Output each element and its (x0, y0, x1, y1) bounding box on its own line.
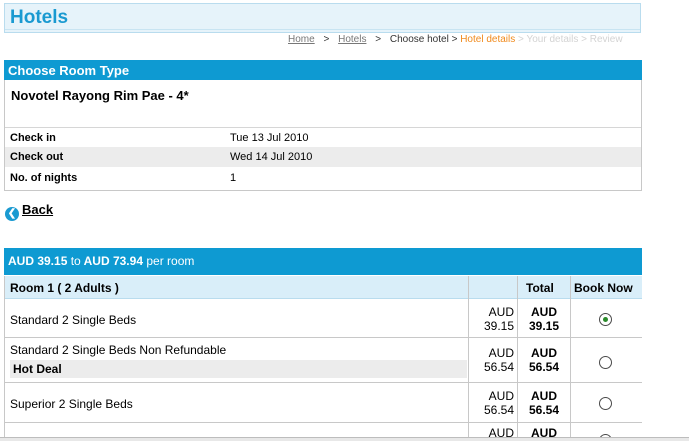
room-name: Standard 2 Single Beds (10, 313, 137, 327)
breadcrumb-hotel-details: Hotel details (460, 34, 516, 45)
room-total: AUD 56.54 (519, 389, 569, 417)
page-header: Hotels (4, 3, 641, 33)
back-label[interactable]: Back (22, 202, 53, 217)
room-price: AUD 56.54 (467, 389, 514, 417)
back-link[interactable]: ❮ Back (5, 202, 53, 221)
nights-value: 1 (230, 172, 237, 184)
hot-deal-badge: Hot Deal (10, 360, 467, 378)
hotel-summary-box: Novotel Rayong Rim Pae - 4* Check in Tue… (4, 80, 642, 191)
total-amount: 39.15 (528, 319, 560, 333)
table-header: Room 1 ( 2 Adults ) Total Book Now (5, 276, 642, 299)
breadcrumb-review: Review (589, 34, 623, 45)
breadcrumb-separator: > (323, 34, 330, 45)
breadcrumb-separator: > (581, 34, 587, 45)
price-amount: 56.54 (483, 403, 514, 417)
total-currency: AUD (531, 305, 557, 319)
price-to: AUD 73.94 (83, 254, 143, 268)
breadcrumb-home-link[interactable]: Home (288, 34, 315, 45)
price-currency: AUD (488, 389, 514, 403)
check-in-label: Check in (10, 132, 56, 144)
total-amount: 56.54 (528, 403, 560, 417)
total-amount: 56.54 (528, 360, 560, 374)
price-from: AUD 39.15 (8, 254, 68, 268)
breadcrumb-separator: > (518, 34, 524, 45)
book-radio[interactable] (599, 397, 612, 410)
table-row: Standard 2 Single Beds Non Refundable Ho… (5, 338, 642, 383)
breadcrumb-separator: > (375, 34, 382, 45)
nights-label: No. of nights (10, 172, 78, 184)
price-range-bar: AUD 39.15 to AUD 73.94 per room (4, 248, 642, 275)
total-header: Total (526, 281, 554, 295)
book-now-header: Book Now (574, 281, 633, 295)
choose-room-heading: Choose Room Type (4, 60, 642, 80)
room-name: Superior 2 Single Beds (10, 397, 133, 411)
hotel-name: Novotel Rayong Rim Pae - 4* (11, 88, 189, 103)
room-options-table: Room 1 ( 2 Adults ) Total Book Now Stand… (4, 276, 642, 441)
book-radio[interactable] (599, 356, 612, 369)
breadcrumb-your-details: Your details (526, 34, 579, 45)
price-amount: 39.15 (483, 319, 514, 333)
header-divider (5, 29, 640, 30)
check-in-row: Check in Tue 13 Jul 2010 (5, 127, 641, 147)
book-radio[interactable] (599, 313, 612, 326)
room-price: AUD 56.54 (467, 346, 514, 374)
breadcrumb-hotels-link[interactable]: Hotels (338, 34, 366, 45)
room-header: Room 1 ( 2 Adults ) (10, 281, 119, 295)
price-currency: AUD (488, 346, 514, 360)
breadcrumb-choose-hotel: Choose hotel (389, 34, 449, 45)
page-title: Hotels (10, 7, 69, 28)
room-price: AUD 39.15 (467, 305, 514, 333)
price-to-word: to (70, 254, 81, 268)
check-out-label: Check out (10, 151, 64, 163)
nights-row: No. of nights 1 (5, 168, 641, 188)
breadcrumb-separator: > (451, 34, 458, 45)
total-currency: AUD (531, 389, 557, 403)
table-row: Standard 2 Single Beds AUD 39.15 AUD 39.… (5, 299, 642, 338)
price-suffix: per room (146, 254, 195, 268)
room-name: Standard 2 Single Beds Non Refundable (10, 343, 227, 357)
room-total: AUD 39.15 (519, 305, 569, 333)
price-currency: AUD (488, 305, 514, 319)
table-row: Superior 2 Single Beds AUD 56.54 AUD 56.… (5, 383, 642, 423)
check-in-value: Tue 13 Jul 2010 (230, 132, 309, 144)
breadcrumb: Home > Hotels > Choose hotel > Hotel det… (0, 34, 641, 46)
price-amount: 56.54 (483, 360, 514, 374)
horizontal-scrollbar[interactable] (0, 437, 689, 441)
room-total: AUD 56.54 (519, 346, 569, 374)
back-arrow-icon[interactable]: ❮ (5, 207, 19, 221)
check-out-value: Wed 14 Jul 2010 (230, 151, 313, 163)
check-out-row: Check out Wed 14 Jul 2010 (5, 147, 641, 167)
total-currency: AUD (531, 346, 557, 360)
